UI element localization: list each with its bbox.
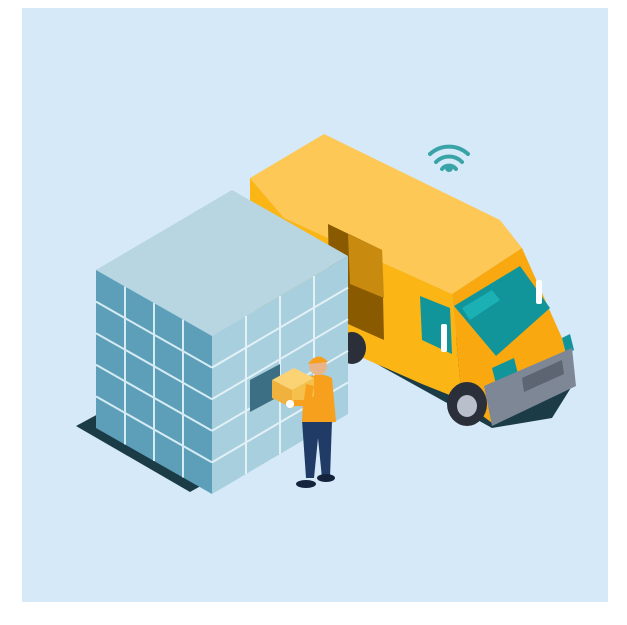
- right-mirror: [536, 280, 542, 304]
- logistics-illustration: [22, 8, 608, 602]
- worker-hand: [286, 400, 294, 408]
- mirror: [441, 324, 447, 352]
- front-wheel-hub: [457, 395, 477, 417]
- worker-shoe-left: [296, 480, 316, 488]
- worker-shoe-right: [317, 474, 335, 482]
- illustration-panel: [22, 8, 608, 602]
